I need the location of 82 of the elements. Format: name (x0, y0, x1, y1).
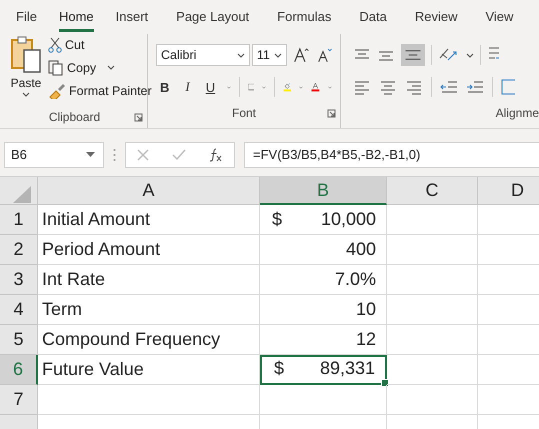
ribbon-tab[interactable]: Review (414, 0, 486, 32)
underline-button[interactable]: U (202, 80, 220, 94)
bottom-align-button[interactable] (401, 44, 425, 66)
select-all-button[interactable] (0, 177, 38, 205)
empty-cell[interactable] (387, 265, 478, 295)
ribbon-tab[interactable]: Formulas (277, 0, 360, 32)
group-label: Alignme (496, 106, 539, 120)
row-header[interactable]: 5 (0, 325, 38, 355)
increase-indent-icon[interactable] (466, 79, 484, 95)
empty-cell[interactable] (387, 295, 478, 325)
row-header[interactable]: 7 (0, 385, 38, 415)
table-cell[interactable]: 400 (260, 235, 387, 265)
bottom-align-icon (405, 50, 421, 60)
align-right-icon[interactable] (405, 79, 423, 95)
grip-icon (113, 148, 116, 162)
ribbon-tab[interactable]: Insert (116, 0, 176, 32)
column-header[interactable]: D (478, 177, 539, 205)
table-cell[interactable]: Period Amount (38, 235, 260, 265)
table-cell[interactable]: Future Value (38, 355, 260, 385)
amount-text: 10,000 (320, 209, 376, 230)
ribbon-tab[interactable]: File (16, 0, 59, 32)
active-cell[interactable]: $ 89,331 (260, 355, 387, 385)
table-cell[interactable]: 7.0% (260, 265, 387, 295)
paintbrush-icon (48, 82, 66, 98)
copy-icon (48, 60, 64, 76)
ribbon-tab[interactable]: View (485, 0, 530, 32)
table-cell[interactable]: 10 (260, 295, 387, 325)
empty-cell[interactable] (260, 385, 387, 415)
cancel-icon[interactable] (137, 148, 150, 160)
table-cell[interactable]: Initial Amount (38, 205, 260, 235)
cut-button[interactable]: Cut (48, 34, 152, 55)
row-header[interactable]: 1 (0, 205, 38, 235)
dialog-launcher-icon[interactable] (327, 109, 336, 118)
empty-cell[interactable] (387, 235, 478, 265)
merge-icon[interactable] (501, 78, 515, 96)
name-box[interactable]: B6 (4, 142, 104, 168)
currency-symbol: $ (272, 209, 282, 230)
font-size-field[interactable]: 11 (252, 44, 288, 66)
caret-icon[interactable] (466, 52, 474, 58)
column-header[interactable]: C (387, 177, 478, 205)
column-header[interactable]: B (260, 177, 387, 205)
clipboard-icon (10, 36, 42, 74)
dialog-launcher-icon[interactable] (134, 113, 143, 122)
amount-text: 89,331 (320, 358, 375, 379)
italic-button[interactable]: I (181, 79, 194, 95)
bold-button[interactable]: B (156, 80, 174, 94)
caret-icon (236, 52, 245, 58)
fill-handle[interactable] (381, 379, 389, 387)
caret-icon (107, 65, 116, 70)
table-cell[interactable]: Term (38, 295, 260, 325)
table-cell[interactable]: Compound Frequency (38, 325, 260, 355)
scissors-icon (48, 36, 62, 52)
formula-field[interactable]: =FV(B3/B5,B4*B5,-B2,-B1,0) (244, 142, 539, 168)
ribbon-tab[interactable]: Data (359, 0, 415, 32)
paste-button[interactable]: Paste (10, 34, 42, 106)
copy-button[interactable]: Copy (48, 57, 152, 78)
row-header[interactable]: 3 (0, 265, 38, 295)
check-icon[interactable] (172, 148, 186, 160)
caret-icon (22, 92, 30, 97)
decrease-indent-icon[interactable] (440, 79, 458, 95)
empty-cell[interactable] (387, 355, 478, 385)
table-cell[interactable]: 12 (260, 325, 387, 355)
group-label: Font (232, 106, 256, 120)
ribbon-tab[interactable]: Page Layout (176, 0, 278, 32)
table-cell[interactable]: $ 10,000 (260, 205, 387, 235)
empty-cell[interactable] (387, 385, 478, 415)
empty-cell[interactable] (387, 205, 478, 235)
align-center-icon[interactable] (379, 79, 397, 95)
row-header[interactable]: 4 (0, 295, 38, 325)
empty-cell[interactable] (387, 325, 478, 355)
caret-icon (274, 52, 282, 58)
align-left-icon[interactable] (353, 79, 371, 95)
table-cell[interactable]: Int Rate (38, 265, 260, 295)
column-header[interactable]: A (38, 177, 260, 205)
increase-font-icon[interactable] (293, 45, 311, 65)
group-label: Clipboard (48, 110, 100, 124)
function-icon[interactable] (208, 148, 223, 162)
row-header[interactable]: 6 (0, 355, 38, 385)
currency-symbol: $ (274, 358, 284, 379)
row-header[interactable]: 2 (0, 235, 38, 265)
font-name-field[interactable]: Calibri (156, 44, 250, 66)
format-painter-button[interactable]: Format Painter (48, 80, 152, 101)
